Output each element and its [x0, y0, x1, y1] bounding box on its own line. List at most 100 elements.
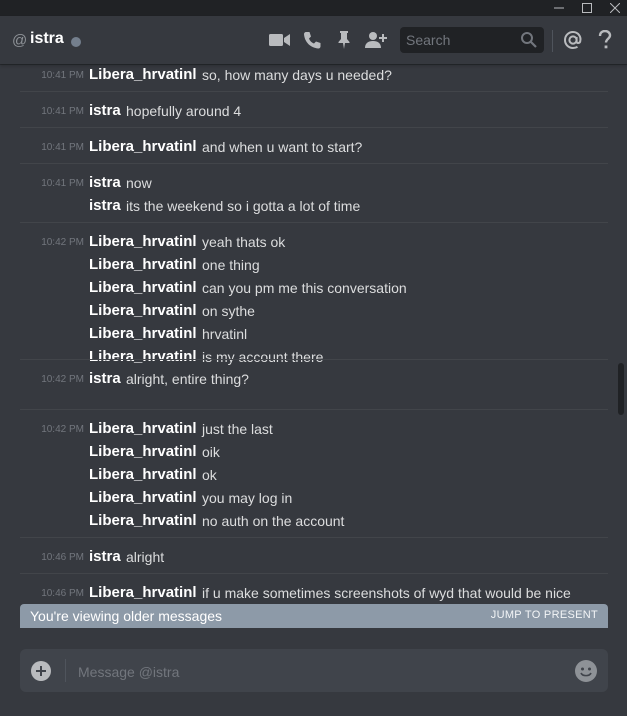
emoji-icon[interactable] [575, 660, 597, 682]
message-author[interactable]: Libera_hrvatinl [89, 325, 197, 342]
message-group: 10:46 PM istra alright [20, 537, 608, 573]
message-text: alright [126, 549, 165, 565]
message-timestamp: 10:41 PM [41, 106, 84, 117]
message-text: now [126, 175, 152, 191]
message-text-wrap: oik [202, 444, 220, 462]
message-author[interactable]: Libera_hrvatinl [89, 233, 197, 250]
message-text-wrap: one thing [202, 257, 260, 275]
search-icon[interactable] [520, 31, 538, 54]
maximize-icon[interactable] [573, 0, 601, 16]
message-text-wrap: now [126, 175, 152, 193]
jump-to-present-button[interactable]: JUMP TO PRESENT [491, 609, 598, 621]
message-timestamp: 10:42 PM [41, 424, 84, 435]
message-text-wrap: its the weekend so i gotta a lot of time [126, 198, 360, 216]
search-box [400, 27, 544, 53]
status-indicator [71, 37, 81, 47]
message-text: no auth on the account [202, 513, 345, 529]
header-divider [552, 30, 553, 52]
message-group: 10:41 PM istra now istra its the weekend so … [20, 163, 608, 222]
message-text: hopefully around 4 [126, 103, 242, 119]
add-attachment-icon[interactable] [31, 661, 51, 681]
message-timestamp: 10:46 PM [41, 588, 84, 599]
message-text: hrvatinl [202, 326, 248, 342]
message-author[interactable]: Libera_hrvatinl [89, 489, 197, 506]
message-group: 10:41 PM istra hopefully around 4 [20, 91, 608, 127]
message-timestamp: 10:42 PM [41, 237, 84, 248]
message-timestamp: 10:41 PM [41, 70, 84, 81]
message-author[interactable]: Libera_hrvatinl [89, 66, 197, 83]
message-text: oik [202, 444, 220, 460]
voice-call-icon[interactable] [300, 28, 324, 52]
message-author[interactable]: istra [89, 197, 121, 214]
message-timestamp: 10:42 PM [41, 374, 84, 385]
window-titlebar [0, 0, 627, 16]
scrollbar-thumb[interactable] [618, 363, 624, 415]
pin-icon[interactable] [332, 28, 356, 52]
message-text-wrap: if u make sometimes screenshots of wyd t… [202, 585, 571, 603]
search-input[interactable] [400, 27, 512, 53]
at-symbol: @ [12, 32, 28, 49]
message-timestamp: 10:41 PM [41, 142, 84, 153]
message-group: 10:41 PM Libera_hrvatinl so, how many days… [20, 64, 608, 91]
message-author[interactable]: istra [89, 548, 121, 565]
message-text-wrap: yeah thats ok [202, 234, 285, 252]
message-text: one thing [202, 257, 260, 273]
message-author[interactable]: Libera_hrvatinl [89, 420, 197, 437]
message-text: you may log in [202, 490, 293, 506]
message-timestamp: 10:41 PM [41, 178, 84, 189]
message-text: alright, entire thing? [126, 371, 249, 387]
message-text-wrap: can you pm me this conversation [202, 280, 407, 298]
help-icon[interactable] [593, 28, 617, 52]
message-text-wrap: hopefully around 4 [126, 103, 241, 121]
message-author[interactable]: istra [89, 370, 121, 387]
message-text-wrap: so, how many days u needed? [202, 67, 392, 85]
composer-divider [65, 659, 66, 682]
message-composer [20, 649, 608, 694]
message-group: 10:42 PM istra alright, entire thing? [20, 359, 608, 395]
older-messages-label: You're viewing older messages [30, 608, 223, 624]
channel-header: @ istra [0, 16, 627, 64]
message-text: so, how many days u needed? [202, 67, 392, 83]
message-author[interactable]: Libera_hrvatinl [89, 279, 197, 296]
message-text: just the last [202, 421, 273, 437]
message-text-wrap: hrvatinl [202, 326, 247, 344]
message-text-wrap: ok [202, 467, 217, 485]
message-text: on sythe [202, 303, 255, 319]
message-group: 10:41 PM Libera_hrvatinl and when u want t… [20, 127, 608, 163]
close-icon[interactable] [601, 0, 627, 16]
message-list[interactable]: 10:41 PM Libera_hrvatinl so, how many days… [0, 64, 614, 604]
message-author[interactable]: Libera_hrvatinl [89, 512, 197, 529]
message-author[interactable]: istra [89, 102, 121, 119]
message-author[interactable]: Libera_hrvatinl [89, 443, 197, 460]
message-author[interactable]: Libera_hrvatinl [89, 256, 197, 273]
message-text-wrap: no auth on the account [202, 513, 344, 531]
message-text-wrap: you may log in [202, 490, 292, 508]
message-text-wrap: alright [126, 549, 164, 567]
message-text-wrap: just the last [202, 421, 273, 439]
message-author[interactable]: Libera_hrvatinl [89, 466, 197, 483]
message-timestamp: 10:46 PM [41, 552, 84, 563]
message-text: can you pm me this conversation [202, 280, 407, 296]
message-group: 10:46 PM Libera_hrvatinl if u make sometim… [20, 573, 608, 604]
message-group: 10:42 PM Libera_hrvatinl yeah thats ok Libe… [20, 222, 608, 373]
message-text: ok [202, 467, 217, 483]
channel-name: istra [30, 30, 64, 47]
minimize-icon[interactable] [545, 0, 573, 16]
message-group: 10:42 PM Libera_hrvatinl just the last Libe… [20, 409, 608, 537]
mention-icon[interactable] [561, 28, 585, 52]
message-text: if u make sometimes screenshots of wyd t… [202, 585, 571, 601]
add-friend-icon[interactable] [364, 28, 388, 52]
message-author[interactable]: istra [89, 174, 121, 191]
older-messages-bar: You're viewing older messages JUMP TO PR… [20, 604, 608, 628]
message-author[interactable]: Libera_hrvatinl [89, 302, 197, 319]
message-text-wrap: and when u want to start? [202, 139, 362, 157]
message-text-wrap: alright, entire thing? [126, 371, 249, 389]
message-text: its the weekend so i gotta a lot of time [126, 198, 361, 214]
message-text: and when u want to start? [202, 139, 363, 155]
video-call-icon[interactable] [268, 28, 292, 52]
message-text-wrap: on sythe [202, 303, 255, 321]
message-text: yeah thats ok [202, 234, 286, 250]
message-input[interactable] [76, 649, 560, 694]
message-author[interactable]: Libera_hrvatinl [89, 584, 197, 601]
message-author[interactable]: Libera_hrvatinl [89, 138, 197, 155]
